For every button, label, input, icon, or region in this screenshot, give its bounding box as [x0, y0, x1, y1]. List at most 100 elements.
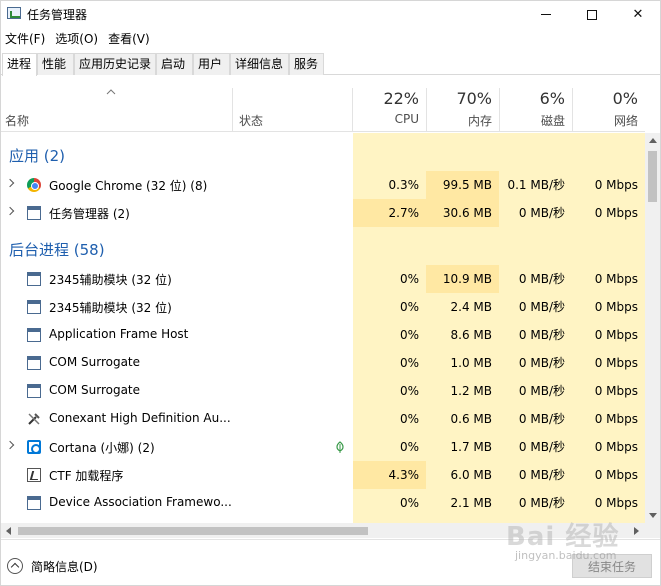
- scroll-up-icon[interactable]: [649, 138, 657, 143]
- tab-performance[interactable]: 性能: [37, 53, 74, 75]
- column-name[interactable]: 名称: [5, 112, 29, 129]
- memory-value: 99.5 MB: [426, 171, 499, 199]
- process-row[interactable]: Cortana (小娜) (2) 0% 1.7 MB 0 MB/秒 0 Mbps: [1, 433, 645, 461]
- memory-value: 2.1 MB: [450, 496, 492, 510]
- minimize-icon: [541, 14, 551, 15]
- scroll-down-icon[interactable]: [649, 513, 657, 518]
- disk-value: 0 MB/秒: [518, 440, 565, 454]
- memory-value: 0.6 MB: [450, 412, 492, 426]
- expand-chevron-icon[interactable]: [5, 178, 15, 188]
- disk-value: 0.1 MB/秒: [507, 178, 565, 192]
- disk-value: 0 MB/秒: [518, 300, 565, 314]
- cpu-value: 0%: [399, 440, 419, 454]
- process-row[interactable]: Google Chrome (32 位) (8) 0.3% 99.5 MB 0.1 M…: [1, 171, 645, 199]
- ctf-icon: [27, 468, 41, 482]
- tab-services[interactable]: 服务: [289, 53, 324, 75]
- process-row[interactable]: CTF 加载程序 4.3% 6.0 MB 0 MB/秒 0 Mbps: [1, 461, 645, 489]
- memory-value: 1.2 MB: [450, 384, 492, 398]
- process-list[interactable]: 应用 (2) Google Chrome (32 位) (8) 0.3% 99.5 …: [1, 133, 645, 523]
- window-title: 任务管理器: [27, 8, 88, 22]
- maximize-icon: [587, 9, 597, 20]
- menu-view[interactable]: 查看(V): [104, 29, 156, 49]
- network-percent: 0%: [612, 89, 638, 108]
- process-name: 任务管理器 (2): [49, 207, 130, 221]
- process-row[interactable]: Conexant High Definition Au... 0% 0.6 MB 0 …: [1, 405, 645, 433]
- network-value: 0 Mbps: [594, 468, 638, 482]
- expand-chevron-icon[interactable]: [5, 440, 15, 450]
- suspended-leaf-icon: [335, 441, 345, 453]
- tab-users[interactable]: 用户: [193, 53, 230, 75]
- network-value: 0 Mbps: [594, 440, 638, 454]
- column-divider[interactable]: [232, 88, 233, 132]
- process-name: Cortana (小娜) (2): [49, 441, 155, 455]
- group-header-apps[interactable]: 应用 (2): [1, 141, 645, 169]
- process-row[interactable]: COM Surrogate 0% 1.0 MB 0 MB/秒 0 Mbps: [1, 349, 645, 377]
- scroll-left-icon[interactable]: [6, 527, 11, 535]
- group-label: 后台进程 (58): [9, 241, 105, 259]
- cpu-value: 0%: [399, 300, 419, 314]
- fewer-details-link[interactable]: 简略信息(D): [31, 558, 98, 575]
- column-network[interactable]: 0% 网络: [572, 88, 645, 132]
- process-row[interactable]: COM Surrogate 0% 1.2 MB 0 MB/秒 0 Mbps: [1, 377, 645, 405]
- memory-value: 2.4 MB: [450, 300, 492, 314]
- menu-bar: 文件(F) 选项(O) 查看(V): [1, 29, 156, 49]
- task-manager-window: 任务管理器 ✕ 文件(F) 选项(O) 查看(V) 进程 性能 应用历史记录 启…: [0, 0, 661, 586]
- expand-chevron-icon[interactable]: [5, 206, 15, 216]
- network-value: 0 Mbps: [594, 206, 638, 220]
- disk-value: 0 MB/秒: [518, 496, 565, 510]
- process-name: Conexant High Definition Au...: [49, 411, 231, 425]
- minimize-button[interactable]: [523, 1, 569, 28]
- memory-value: 30.6 MB: [426, 199, 499, 227]
- baidu-watermark-url: jingyan.baidu.com: [515, 549, 617, 562]
- column-cpu[interactable]: 22% CPU: [353, 88, 426, 132]
- memory-value: 10.9 MB: [426, 265, 499, 293]
- menu-file[interactable]: 文件(F): [1, 29, 51, 49]
- window-icon: [27, 356, 41, 370]
- process-name: Device Association Framewo...: [49, 495, 232, 509]
- tab-strip: 进程 性能 应用历史记录 启动 用户 详细信息 服务: [1, 53, 660, 76]
- window-icon: [27, 272, 41, 286]
- sort-ascending-icon: [106, 89, 116, 95]
- column-status[interactable]: 状态: [239, 112, 263, 129]
- cpu-value: 2.7%: [353, 199, 426, 227]
- group-header-background[interactable]: 后台进程 (58): [1, 235, 645, 263]
- scroll-right-icon[interactable]: [634, 527, 639, 535]
- collapse-up-icon[interactable]: [7, 558, 23, 574]
- disk-value: 0 MB/秒: [518, 384, 565, 398]
- cpu-percent: 22%: [383, 89, 419, 108]
- column-memory[interactable]: 70% 内存: [426, 88, 499, 132]
- network-value: 0 Mbps: [594, 272, 638, 286]
- disk-label: 磁盘: [540, 114, 565, 128]
- task-manager-icon: [27, 206, 41, 220]
- maximize-button[interactable]: [569, 1, 615, 28]
- menu-options[interactable]: 选项(O): [51, 29, 104, 49]
- process-row[interactable]: 2345辅助模块 (32 位) 0% 2.4 MB 0 MB/秒 0 Mbps: [1, 293, 645, 321]
- scroll-thumb[interactable]: [648, 151, 657, 202]
- process-row[interactable]: Device Association Framewo... 0% 2.1 MB 0 M…: [1, 489, 645, 517]
- tab-app-history[interactable]: 应用历史记录: [74, 53, 156, 75]
- network-value: 0 Mbps: [594, 328, 638, 342]
- network-value: 0 Mbps: [594, 356, 638, 370]
- tab-startup[interactable]: 启动: [156, 53, 193, 75]
- window-icon: [27, 328, 41, 342]
- vertical-scrollbar[interactable]: [645, 133, 660, 523]
- tab-processes[interactable]: 进程: [2, 53, 37, 76]
- process-row[interactable]: 任务管理器 (2) 2.7% 30.6 MB 0 MB/秒 0 Mbps: [1, 199, 645, 227]
- process-name: Application Frame Host: [49, 327, 189, 341]
- process-name: 2345辅助模块 (32 位): [49, 301, 172, 315]
- process-row[interactable]: 2345辅助模块 (32 位) 0% 10.9 MB 0 MB/秒 0 Mbps: [1, 265, 645, 293]
- scroll-thumb[interactable]: [18, 527, 368, 535]
- column-disk[interactable]: 6% 磁盘: [499, 88, 572, 132]
- tools-icon: [27, 412, 41, 426]
- title-bar[interactable]: 任务管理器 ✕: [1, 1, 660, 28]
- memory-value: 8.6 MB: [450, 328, 492, 342]
- disk-value: 0 MB/秒: [518, 328, 565, 342]
- close-button[interactable]: ✕: [615, 1, 661, 28]
- tab-details[interactable]: 详细信息: [230, 53, 289, 75]
- memory-value: 1.7 MB: [450, 440, 492, 454]
- task-manager-icon: [7, 7, 21, 19]
- process-name: 2345辅助模块 (32 位): [49, 273, 172, 287]
- window-icon: [27, 300, 41, 314]
- cpu-value: 0%: [399, 272, 419, 286]
- process-row[interactable]: Application Frame Host 0% 8.6 MB 0 MB/秒 0 Mb…: [1, 321, 645, 349]
